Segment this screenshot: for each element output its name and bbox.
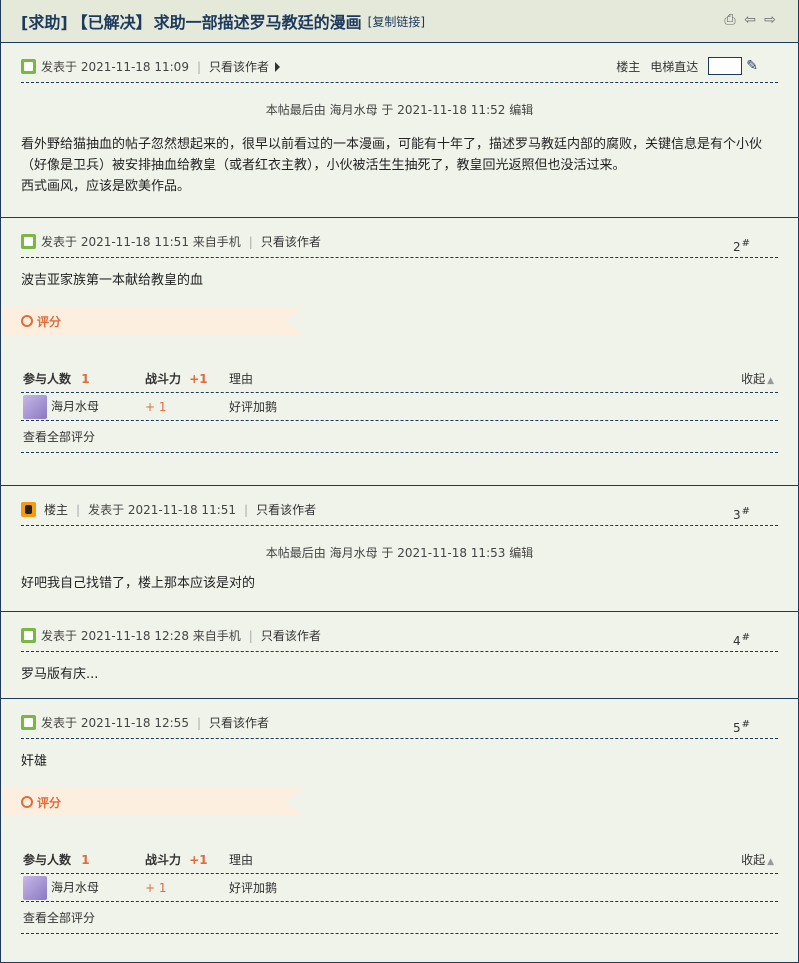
rating-bar[interactable]: 评分 [1,788,305,816]
thread-title: 求助一部描述罗马教廷的漫画 [153,13,362,32]
floor-number[interactable]: 5# [733,719,750,735]
go-pen-icon[interactable]: ✎ [746,58,758,74]
rating-row: 海月水母 + 1 好评加鹅 [21,874,778,902]
elevator-label: 电梯直达 [650,59,699,74]
post-header: 发表于 2021-11-18 11:51 来自手机 | 只看该作者 2# [21,218,778,258]
post-header: 发表于 2021-11-18 12:28 来自手机 | 只看该作者 4# [21,612,778,652]
rating-circle-icon [21,315,33,327]
user-avatar[interactable] [23,875,47,900]
only-author-link[interactable]: 只看该作者 [209,58,269,75]
post-time: 发表于 2021-11-18 11:09 [41,60,189,74]
user-avatar[interactable] [23,394,47,419]
owner-icon [21,502,36,517]
floor-jump-input[interactable] [708,57,743,75]
post-3: 楼主 | 发表于 2021-11-18 11:51 | 只看该作者 3# 本帖最… [1,486,798,612]
floor-number[interactable]: 4# [733,632,750,648]
rating-label[interactable]: 评分 [37,794,61,811]
solved-tag: 【已解决】 [71,13,152,32]
edit-note: 本帖最后由 海月水母 于 2021-11-18 11:52 编辑 [265,103,534,117]
floor-number[interactable]: 2# [733,238,750,254]
rating-bar[interactable]: 评分 [1,307,305,335]
post-content: 罗马版有庆... [21,667,99,682]
post-header: 楼主 | 发表于 2021-11-18 11:51 | 只看该作者 3# [21,486,778,526]
post-header: 发表于 2021-11-18 11:09 | 只看该作者 楼主 电梯直达 ✎ [21,43,778,83]
post-text: 看外野给猫抽血的帖子忽然想起来的，很早以前看过的一本漫画，可能有十年了，描述罗马… [21,137,763,173]
post-1: 发表于 2021-11-18 11:09 | 只看该作者 楼主 电梯直达 ✎ 本… [1,43,798,218]
rating-table: 参与人数 1 战斗力 +1 理由 收起 ▲ 海月水母 + 1 好评加鹅 查看全部评… [21,365,778,453]
only-author-link[interactable]: 只看该作者 [256,501,316,518]
post-header: 发表于 2021-11-18 12:55 | 只看该作者 5# [21,699,778,739]
post-4: 发表于 2021-11-18 12:28 来自手机 | 只看该作者 4# 罗马版… [1,612,798,699]
only-author-link[interactable]: 只看该作者 [209,714,269,731]
post-time: 发表于 2021-11-18 11:51 [88,503,237,517]
rating-circle-icon [21,796,33,808]
collapse-link[interactable]: 收起 ▲ [728,370,778,387]
category-tag[interactable]: [求助] [21,9,68,33]
thread-frame: [求助] 【已解决】 求助一部描述罗马教廷的漫画 [复制链接] ⎙ ⇦ ⇨ 发表… [0,0,799,963]
only-author-link[interactable]: 只看该作者 [261,233,321,250]
only-author-link[interactable]: 只看该作者 [261,627,321,644]
caret-right-icon[interactable] [275,61,281,72]
post-content: 看外野给猫抽血的帖子忽然想起来的，很早以前看过的一本漫画，可能有十年了，描述罗马… [21,118,778,213]
collapse-link[interactable]: 收起 ▲ [728,851,778,868]
post-time: 发表于 2021-11-18 12:28 来自手机 [41,629,241,643]
print-icon[interactable]: ⎙ [722,12,738,28]
chevron-up-icon: ▲ [767,857,774,867]
post-content: 奸雄 [21,754,48,769]
view-all-ratings-link[interactable]: 查看全部评分 [21,902,778,934]
post-2: 发表于 2021-11-18 11:51 来自手机 | 只看该作者 2# 波吉亚… [1,218,798,486]
prev-thread-icon[interactable]: ⇦ [742,12,758,28]
rating-row: 海月水母 + 1 好评加鹅 [21,393,778,421]
owner-label: 楼主 [616,59,641,74]
online-status-icon [21,715,36,730]
chevron-up-icon: ▲ [767,376,774,386]
post-5: 发表于 2021-11-18 12:55 | 只看该作者 5# 奸雄 评分 参与… [1,699,798,934]
post-content: 好吧我自己找错了，楼上那本应该是对的 [21,576,256,591]
thread-title-bar: [求助] 【已解决】 求助一部描述罗马教廷的漫画 [复制链接] ⎙ ⇦ ⇨ [1,0,798,43]
rating-header-row: 参与人数 1 战斗力 +1 理由 收起 ▲ [21,846,778,874]
post-text-2: 西式画风，应该是欧美作品。 [21,179,191,194]
post-time: 发表于 2021-11-18 11:51 来自手机 [41,235,241,249]
next-thread-icon[interactable]: ⇨ [762,12,778,28]
view-all-ratings-link[interactable]: 查看全部评分 [21,421,778,453]
online-status-icon [21,234,36,249]
online-status-icon [21,59,36,74]
rating-label[interactable]: 评分 [37,313,61,330]
floor-number[interactable]: 3# [733,506,750,522]
edit-note: 本帖最后由 海月水母 于 2021-11-18 11:53 编辑 [265,546,534,560]
rating-header-row: 参与人数 1 战斗力 +1 理由 收起 ▲ [21,365,778,393]
rating-table: 参与人数 1 战斗力 +1 理由 收起 ▲ 海月水母 + 1 好评加鹅 查看全部评… [21,846,778,934]
post-content: 波吉亚家族第一本献给教皇的血 [21,273,204,288]
post-time: 发表于 2021-11-18 12:55 [41,716,189,730]
online-status-icon [21,628,36,643]
copy-link-button[interactable]: [复制链接] [368,13,425,30]
owner-label: 楼主 [44,503,69,517]
